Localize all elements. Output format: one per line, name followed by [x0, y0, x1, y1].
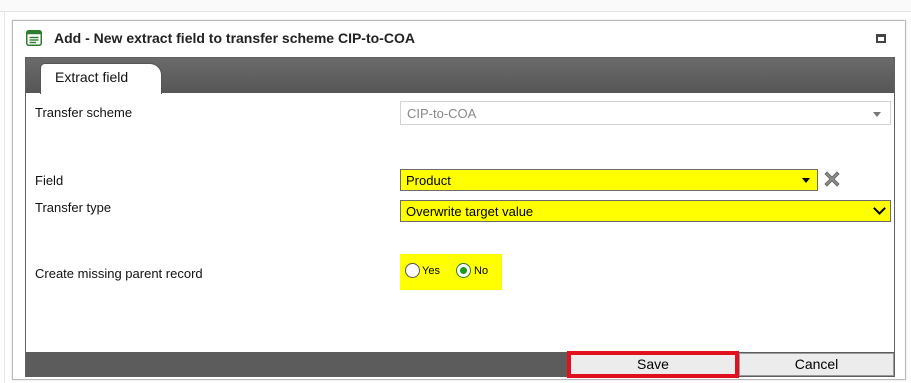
transfer-scheme-select[interactable]: CIP-to-COA [400, 101, 891, 125]
tab-label: Extract field [55, 69, 129, 85]
field-label: Field [35, 173, 64, 188]
transfer-type-select[interactable]: Overwrite target value [400, 200, 891, 222]
dialog-title: Add - New extract field to transfer sche… [54, 30, 415, 46]
form-icon [26, 30, 42, 46]
radio-no-label: No [474, 265, 489, 277]
chevron-down-icon [873, 202, 886, 215]
transfer-scheme-value: CIP-to-COA [407, 106, 477, 121]
dialog-content-panel: Extract field Transfer scheme CIP-to-COA… [25, 57, 895, 378]
radio-no[interactable] [456, 263, 471, 278]
radio-yes-label: Yes [422, 265, 440, 277]
transfer-scheme-label: Transfer scheme [35, 105, 133, 120]
dropdown-caret-icon [802, 178, 810, 183]
tab-strip: Extract field [26, 58, 894, 94]
background-app-header [0, 0, 911, 12]
dropdown-caret-icon [873, 112, 881, 117]
tab-extract-field[interactable]: Extract field [40, 63, 162, 94]
maximize-icon[interactable] [876, 34, 886, 43]
transfer-type-value: Overwrite target value [406, 204, 534, 219]
transfer-type-label: Transfer type [35, 200, 112, 215]
add-extract-field-dialog: Add - New extract field to transfer sche… [12, 20, 906, 380]
field-value: Product [406, 173, 451, 188]
save-button[interactable]: Save [567, 351, 739, 378]
dialog-titlebar: Add - New extract field to transfer sche… [13, 21, 905, 57]
clear-field-icon[interactable] [822, 169, 842, 189]
create-missing-parent-radio-group: Yes No [400, 254, 502, 290]
cancel-button[interactable]: Cancel [739, 353, 894, 376]
radio-yes[interactable] [405, 263, 420, 278]
field-select[interactable]: Product [400, 169, 818, 191]
create-missing-parent-label: Create missing parent record [35, 266, 203, 281]
background-divider [4, 12, 5, 383]
dialog-footer: Save Cancel [26, 351, 894, 378]
